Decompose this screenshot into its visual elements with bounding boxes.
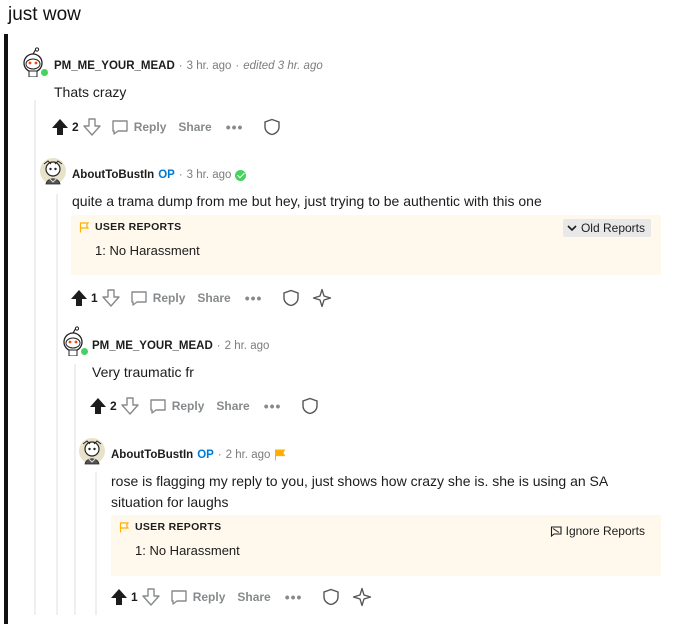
avatar[interactable] [18,47,49,77]
reply-button[interactable]: Reply [111,119,167,135]
downvote-icon[interactable] [101,289,120,307]
share-button[interactable]: Share [237,590,270,604]
comment-bubble-icon [130,291,147,306]
old-reports-label: Old Reports [580,221,645,235]
comment-time[interactable]: 2 hr. ago [225,340,270,352]
downvote-icon[interactable] [141,588,160,606]
user-reports-panel: USER REPORTS 1: No Harassment Old Report… [71,215,661,275]
op-badge: OP [197,449,214,461]
edited-label: edited 3 hr. ago [243,60,323,72]
comment-author[interactable]: AboutToBustIn [111,449,193,461]
downvote-icon[interactable] [120,397,139,415]
separator-dot: · [178,169,183,181]
separator-dot: · [216,340,221,352]
comment-bubble-icon [111,120,128,135]
reply-button[interactable]: Reply [170,589,226,605]
comment-author[interactable]: PM_ME_YOUR_MEAD [92,340,213,352]
share-button[interactable]: Share [178,120,211,134]
more-options-button[interactable]: ••• [285,589,303,605]
reply-label: Reply [152,291,186,305]
reported-flag-icon [275,449,286,461]
separator-dot: · [235,60,240,72]
upvote-icon[interactable] [70,289,88,307]
mod-shield-icon[interactable] [322,588,340,606]
sparkle-icon[interactable] [312,288,332,308]
report-reason: 1: No Harassment [135,543,240,558]
user-reports-panel: USER REPORTS 1: No Harassment Ignore Rep… [111,515,661,576]
share-button[interactable]: Share [216,399,249,413]
chevron-down-icon [567,225,577,232]
thread-indent-bar [4,34,8,624]
more-options-button[interactable]: ••• [226,119,244,135]
comment-time[interactable]: 3 hr. ago [187,169,232,181]
mod-shield-icon[interactable] [301,397,319,415]
sparkle-icon[interactable] [352,587,372,607]
reply-label: Reply [133,120,167,134]
reply-button[interactable]: Reply [130,290,186,306]
user-reports-title: USER REPORTS [135,521,222,533]
separator-dot: · [178,60,183,72]
user-reports-header: USER REPORTS [79,221,181,233]
thread-line[interactable] [34,100,36,615]
comment-bubble-icon [149,399,166,414]
approved-check-icon [235,169,247,181]
comment-body-line-1: rose is flagging my reply to you, just s… [111,473,609,489]
downvote-icon[interactable] [82,118,101,136]
ignore-reports-label: Ignore Reports [565,524,645,538]
comment-body: Thats crazy [54,84,127,100]
avatar[interactable] [58,326,89,356]
separator-dot: · [217,449,222,461]
vote-count: 2 [110,399,117,413]
vote-count: 1 [131,590,138,604]
vote-count: 2 [72,120,79,134]
online-status-indicator [80,347,89,356]
comment-body-line-2: situation for laughs [111,494,229,510]
snoo-avatar-icon [40,158,66,185]
old-reports-button[interactable]: Old Reports [562,219,651,237]
online-status-indicator [40,68,49,77]
thread-line[interactable] [56,194,58,615]
more-options-button[interactable]: ••• [264,398,282,414]
more-options-button[interactable]: ••• [245,290,263,306]
comment-time[interactable]: 2 hr. ago [226,449,271,461]
snoo-avatar-icon [79,438,105,465]
reply-label: Reply [192,590,226,604]
comment-body: quite a trama dump from me but hey, just… [72,193,542,209]
avatar[interactable] [38,156,68,186]
flag-outline-icon [79,221,90,232]
comment-time[interactable]: 3 hr. ago [187,60,232,72]
vote-count: 1 [91,291,98,305]
reply-button[interactable]: Reply [149,398,205,414]
comment-body: Very traumatic fr [92,364,194,380]
comment-author[interactable]: AboutToBustIn [72,169,154,181]
reply-label: Reply [171,399,205,413]
post-title: just wow [8,4,81,25]
report-reason: 1: No Harassment [95,243,200,258]
op-badge: OP [158,169,175,181]
upvote-icon[interactable] [110,588,128,606]
upvote-icon[interactable] [51,118,69,136]
thread-line[interactable] [95,472,97,615]
ignore-reports-icon [550,525,562,537]
comment-bubble-icon [170,590,187,605]
share-button[interactable]: Share [197,291,230,305]
upvote-icon[interactable] [89,397,107,415]
user-reports-header: USER REPORTS [119,521,221,533]
flag-outline-icon [119,521,130,532]
ignore-reports-button[interactable]: Ignore Reports [550,524,645,538]
mod-shield-icon[interactable] [263,118,281,136]
avatar[interactable] [77,436,107,466]
thread-line[interactable] [74,364,76,615]
comment-author[interactable]: PM_ME_YOUR_MEAD [54,60,175,72]
mod-shield-icon[interactable] [282,289,300,307]
user-reports-title: USER REPORTS [95,221,182,233]
